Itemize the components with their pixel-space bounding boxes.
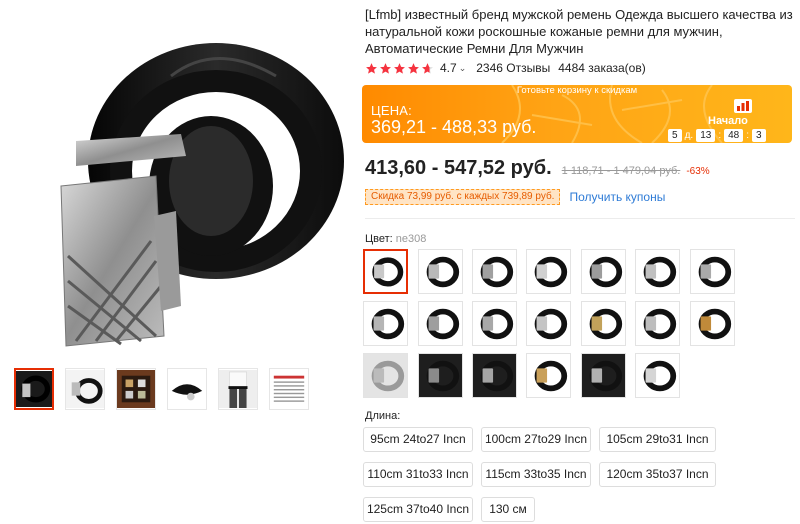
timer-days: 5: [668, 129, 682, 142]
thumbnail-5[interactable]: [218, 368, 258, 410]
promo-start-label: Начало: [708, 115, 748, 127]
belt-swatch-icon: [473, 354, 516, 397]
belt-swatch-icon: [636, 354, 679, 397]
belt-image-icon: [60, 43, 344, 347]
product-title: [Lfmb] известный бренд мужской ремень Од…: [365, 7, 793, 56]
belt-swatch-icon: [527, 354, 570, 397]
color-swatch[interactable]: [472, 301, 517, 346]
color-swatch[interactable]: [581, 301, 626, 346]
belt-swatch-icon: [527, 250, 570, 293]
color-label-text: Цвет:: [365, 233, 393, 245]
color-swatch[interactable]: [472, 249, 517, 294]
color-swatch[interactable]: [418, 301, 463, 346]
color-swatch[interactable]: [526, 353, 571, 398]
promo-price-label: ЦЕНА:: [371, 103, 412, 118]
color-swatch[interactable]: [363, 353, 408, 398]
get-coupons-link[interactable]: Получить купоны: [569, 190, 665, 204]
color-swatch[interactable]: [472, 353, 517, 398]
color-swatch[interactable]: [635, 301, 680, 346]
color-swatch[interactable]: [526, 249, 571, 294]
length-option[interactable]: 95cm 24to27 Incn: [363, 427, 473, 452]
belt-swatch-icon: [364, 302, 407, 345]
belt-swatch-icon: [473, 250, 516, 293]
length-label: Длина:: [365, 410, 401, 422]
color-swatch[interactable]: [581, 353, 626, 398]
price-row: 413,60 - 547,52 руб. 1 118,71 - 1 479,04…: [365, 157, 710, 180]
thumbnail-strip: [14, 368, 324, 412]
color-swatch[interactable]: [581, 249, 626, 294]
color-selected-value: ne308: [395, 233, 427, 245]
orders-count: 4484 заказа(ов): [558, 61, 646, 75]
color-swatch[interactable]: [526, 301, 571, 346]
color-swatch[interactable]: [690, 249, 735, 294]
length-option[interactable]: 115cm 33to35 Incn: [481, 462, 591, 487]
belt-swatch-icon: [582, 354, 625, 397]
timer-minutes: 48: [724, 129, 744, 142]
length-option[interactable]: 110cm 31to33 Incn: [363, 462, 473, 487]
color-swatches: [363, 249, 793, 398]
promo-header: Готовьте корзину к скидкам: [516, 85, 638, 96]
belt-swatch-icon: [527, 302, 570, 345]
star-icon: [408, 62, 419, 74]
color-swatch[interactable]: [418, 249, 463, 294]
belt-swatch-icon: [419, 250, 462, 293]
rating-row: 4.7 ⌄ 2346 Отзывы 4484 заказа(ов): [365, 60, 646, 76]
star-icon: [380, 62, 391, 74]
timer-seconds: 3: [752, 129, 766, 142]
belt-swatch-icon: [419, 302, 462, 345]
length-option[interactable]: 120cm 35to37 Incn: [599, 462, 716, 487]
length-option[interactable]: 100cm 27to29 Incn: [481, 427, 591, 452]
color-label: Цвет: ne308: [365, 233, 426, 245]
belt-swatch-icon: [364, 354, 407, 397]
thumbnail-2[interactable]: [65, 368, 105, 410]
length-options: 95cm 24to27 Incn 100cm 27to29 Incn 105cm 2…: [363, 427, 793, 523]
star-icon: [394, 62, 405, 74]
star-half-icon: [422, 62, 433, 74]
timer-days-unit: д.: [684, 130, 694, 141]
reviews-count[interactable]: 2346 Отзывы: [476, 61, 550, 75]
product-main-image[interactable]: [6, 6, 356, 356]
coupon-row: Скидка 73,99 руб. с каждых 739,89 руб. П…: [365, 189, 665, 205]
belt-swatch-icon: [365, 251, 406, 292]
chevron-down-icon[interactable]: ⌄: [459, 63, 467, 74]
divider: [365, 218, 795, 219]
current-price: 413,60 - 547,52 руб.: [365, 157, 552, 179]
rating-stars: [365, 62, 434, 75]
timer-colon: :: [746, 130, 749, 141]
rating-value: 4.7: [440, 61, 457, 75]
belt-swatch-icon: [636, 250, 679, 293]
length-option[interactable]: 105cm 29to31 Incn: [599, 427, 716, 452]
sale-badge-icon: [734, 99, 752, 113]
color-swatch[interactable]: [635, 249, 680, 294]
thumbnail-3[interactable]: [116, 368, 156, 410]
belt-swatch-icon: [582, 302, 625, 345]
thumbnail-6[interactable]: [269, 368, 309, 410]
belt-swatch-icon: [419, 354, 462, 397]
belt-swatch-icon: [691, 302, 734, 345]
countdown-timer: 5 д. 13 : 48 : 3: [668, 129, 766, 142]
color-swatch[interactable]: [363, 249, 408, 294]
color-swatch[interactable]: [635, 353, 680, 398]
length-option[interactable]: 130 см: [481, 497, 535, 522]
color-swatch[interactable]: [418, 353, 463, 398]
color-swatch[interactable]: [363, 301, 408, 346]
belt-swatch-icon: [473, 302, 516, 345]
thumbnail-4[interactable]: [167, 368, 207, 410]
thumbnail-1[interactable]: [14, 368, 54, 410]
discount-badge: -63%: [686, 166, 710, 177]
promo-price: 369,21 - 488,33 руб.: [371, 117, 537, 137]
length-option[interactable]: 125cm 37to40 Incn: [363, 497, 473, 522]
color-swatch[interactable]: [690, 301, 735, 346]
old-price: 1 118,71 - 1 479,04 руб.: [561, 165, 681, 177]
promo-banner: Готовьте корзину к скидкам ЦЕНА: 369,21 …: [362, 85, 792, 143]
timer-hours: 13: [696, 129, 716, 142]
belt-swatch-icon: [636, 302, 679, 345]
belt-swatch-icon: [691, 250, 734, 293]
timer-colon: :: [718, 130, 722, 141]
belt-swatch-icon: [582, 250, 625, 293]
coupon-tag[interactable]: Скидка 73,99 руб. с каждых 739,89 руб.: [365, 189, 561, 205]
star-icon: [366, 62, 377, 74]
